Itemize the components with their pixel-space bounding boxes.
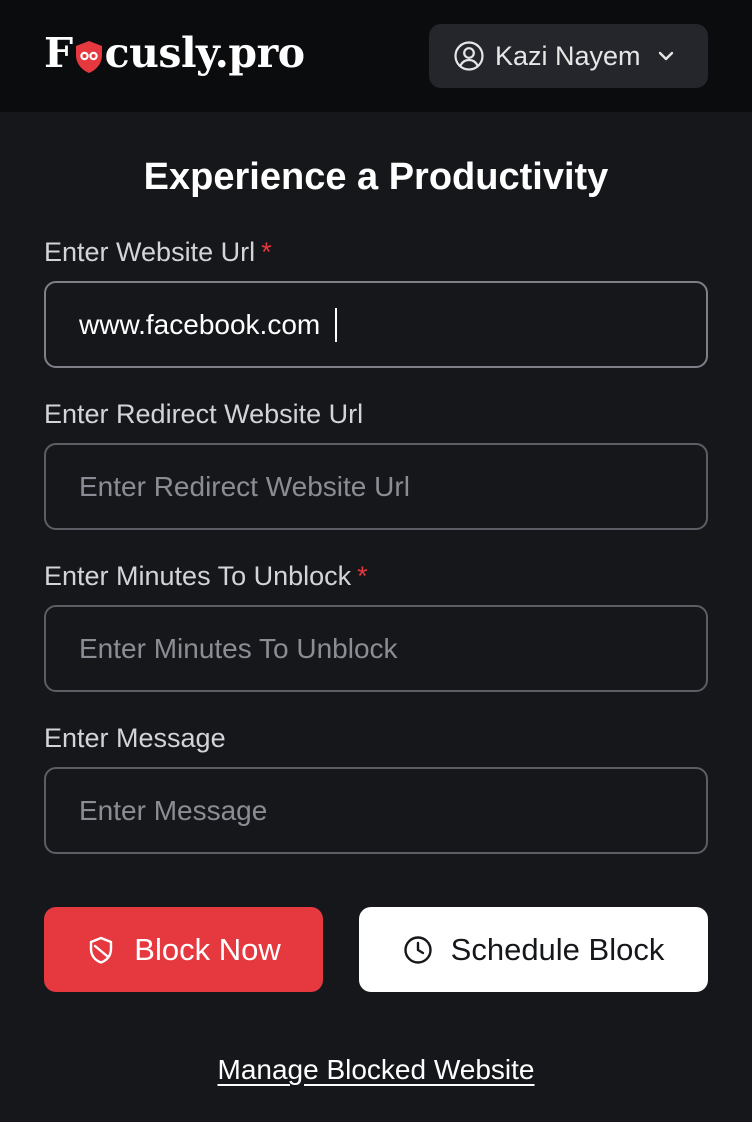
page-title: Experience a Productivity xyxy=(143,156,609,198)
top-bar: F cusly.pro Kazi Nayem xyxy=(0,0,752,112)
minutes-input[interactable] xyxy=(44,605,708,692)
redirect-url-label: Enter Redirect Website Url xyxy=(44,397,363,431)
chevron-down-icon xyxy=(655,45,677,67)
website-url-label-text: Enter Website Url xyxy=(44,237,256,267)
message-label: Enter Message xyxy=(44,721,226,755)
block-now-label: Block Now xyxy=(134,931,281,967)
required-mark: * xyxy=(357,561,368,591)
manage-blocked-website-link[interactable]: Manage Blocked Website xyxy=(0,1050,752,1090)
website-url-input[interactable] xyxy=(44,281,708,368)
redirect-url-label-text: Enter Redirect Website Url xyxy=(44,399,364,429)
logo-text-start: F xyxy=(44,29,73,77)
minutes-label-text: Enter Minutes To Unblock xyxy=(44,561,352,591)
logo-text-end: cusly.pro xyxy=(104,29,305,77)
shield-slash-icon xyxy=(86,935,116,965)
focus-shield-icon xyxy=(74,33,104,73)
message-label-text: Enter Message xyxy=(44,723,226,753)
user-menu-button[interactable]: Kazi Nayem xyxy=(429,24,708,88)
clock-icon xyxy=(403,935,433,965)
schedule-block-button[interactable]: Schedule Block xyxy=(359,907,708,992)
minutes-label: Enter Minutes To Unblock * xyxy=(44,559,368,593)
redirect-url-input[interactable] xyxy=(44,443,708,530)
schedule-block-label: Schedule Block xyxy=(450,931,665,967)
required-mark: * xyxy=(261,237,272,267)
message-input[interactable] xyxy=(44,767,708,854)
user-circle-icon xyxy=(453,40,485,72)
user-name: Kazi Nayem xyxy=(495,40,641,71)
website-url-label: Enter Website Url * xyxy=(44,235,272,269)
text-cursor xyxy=(335,308,337,342)
block-now-button[interactable]: Block Now xyxy=(44,907,323,992)
logo[interactable]: F cusly.pro xyxy=(44,26,305,80)
